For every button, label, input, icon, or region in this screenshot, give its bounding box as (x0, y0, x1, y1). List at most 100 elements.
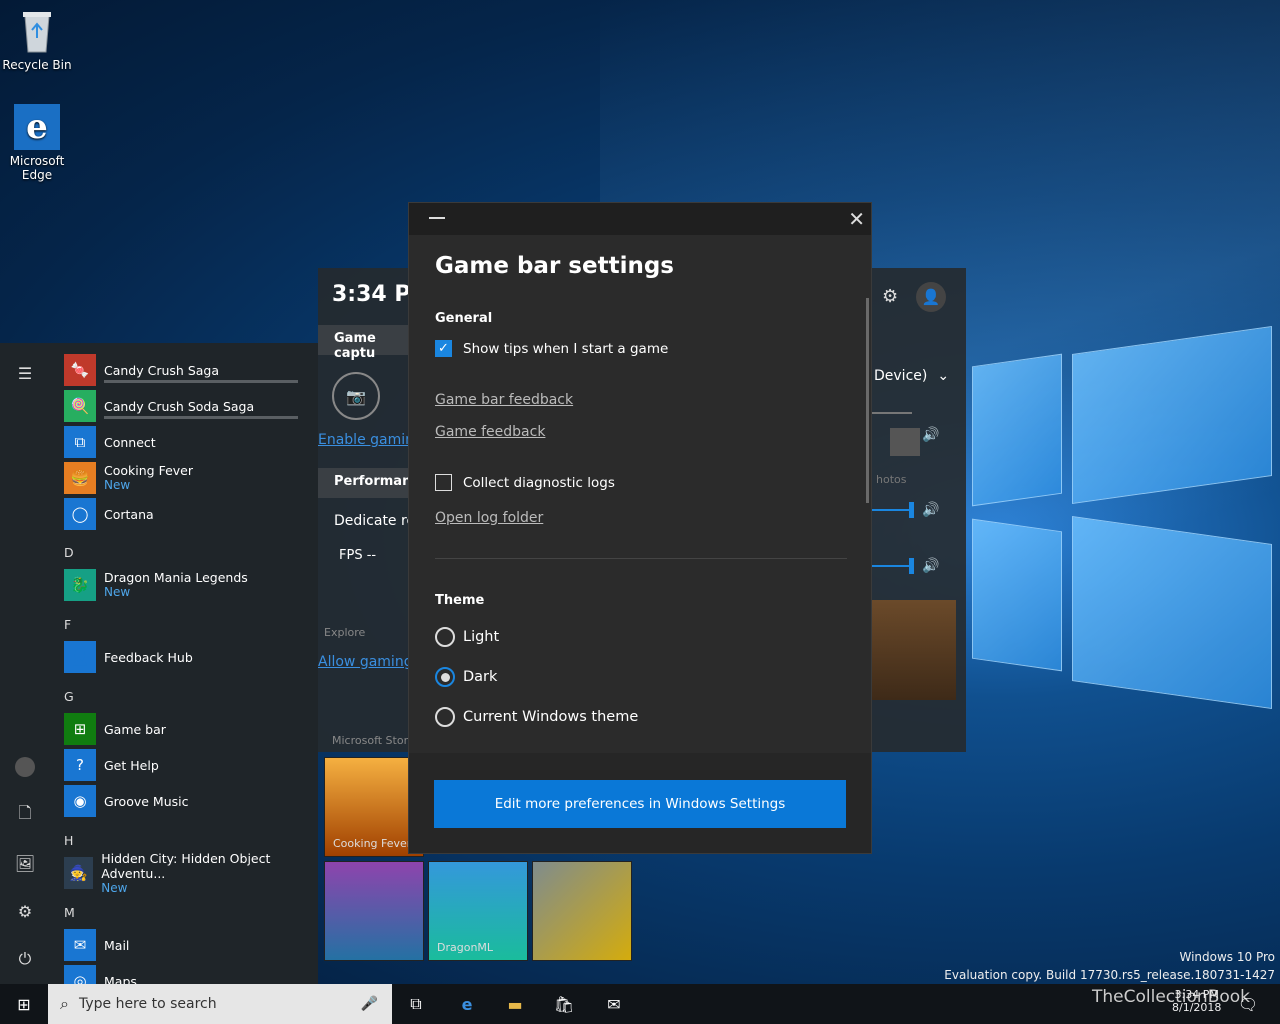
clock-date: 8/1/2018 (1172, 1001, 1222, 1014)
dialog-titlebar: ✕ (409, 203, 871, 235)
checkmark-icon: ✓ (435, 340, 452, 357)
tile-label: DragonML (437, 941, 494, 954)
radio-circle (435, 627, 455, 647)
power-icon[interactable]: ⏻ (13, 947, 37, 971)
gamebar-feedback-link[interactable]: Game bar feedback (435, 392, 573, 408)
allow-gaming-link[interactable]: Allow gaming (318, 654, 413, 670)
minimize-icon[interactable] (429, 217, 445, 219)
letter-m[interactable]: M (64, 905, 75, 920)
new-badge: New (104, 585, 131, 599)
app-label: Hidden City: Hidden Object Adventu... (101, 850, 271, 881)
volume-slider-1[interactable] (872, 509, 912, 511)
app-label: Get Help (104, 757, 159, 773)
task-view-icon[interactable]: ⧉ (404, 992, 428, 1016)
tile-label: Cooking Fever (333, 837, 412, 850)
windows-start-icon[interactable]: ⊞ (12, 992, 36, 1016)
letter-h[interactable]: H (64, 833, 73, 848)
speaker-icon[interactable]: 🔊 (922, 558, 939, 574)
audio-device-dropdown[interactable]: Device) ⌄ (874, 368, 949, 384)
start-menu: ☰ 🗋 🖼 ⚙ ⏻ 🍬 Candy Crush Saga 🍭 Candy Crush… (0, 343, 318, 984)
radio-label: Current Windows theme (463, 709, 639, 725)
app-maps[interactable]: ◎ Maps (64, 965, 137, 984)
edge-taskbar-icon[interactable]: e (455, 992, 479, 1016)
file-explorer-icon[interactable]: ▬ (503, 992, 527, 1016)
app-label: Candy Crush Soda Saga (104, 398, 255, 414)
theme-windows-radio[interactable]: Current Windows theme (435, 707, 638, 727)
device-label: Device) (874, 368, 928, 384)
app-label: Mail (104, 937, 130, 953)
theme-light-radio[interactable]: Light (435, 627, 499, 647)
app-mail[interactable]: ✉ Mail (64, 929, 129, 961)
hamburger-icon[interactable]: ☰ (13, 361, 37, 385)
app-label: Candy Crush Saga (104, 362, 220, 378)
gear-icon[interactable]: ⚙ (882, 286, 898, 307)
volume-slider-2[interactable] (872, 565, 912, 567)
pictures-icon[interactable]: 🖼 (13, 851, 37, 875)
volume-thumb-2[interactable] (909, 558, 914, 574)
scrollbar[interactable] (866, 298, 869, 503)
groove-icon: ◉ (64, 785, 96, 817)
theme-dark-radio[interactable]: Dark (435, 667, 497, 687)
dialog-title: Game bar settings (435, 253, 674, 279)
app-groove-music[interactable]: ◉ Groove Music (64, 785, 188, 817)
bubble-tile[interactable] (324, 861, 424, 961)
app-game-bar[interactable]: ⊞ Game bar (64, 713, 166, 745)
slider-track (872, 412, 912, 414)
app-cortana[interactable]: ◯ Cortana (64, 498, 154, 530)
checkbox-box (435, 474, 452, 491)
letter-g[interactable]: G (64, 689, 74, 704)
dialog-footer: Edit more preferences in Windows Setting… (409, 753, 871, 853)
app-feedback-hub[interactable]: 👤 Feedback Hub (64, 641, 193, 673)
explore-label: Explore (324, 626, 366, 639)
show-tips-checkbox[interactable]: ✓ Show tips when I start a game (435, 340, 668, 357)
clock[interactable]: 3:34 PM 8/1/2018 (1172, 988, 1221, 1014)
photos-label: hotos (876, 473, 907, 486)
edge-label-line2: Edge (21, 168, 53, 182)
game-feedback-link[interactable]: Game feedback (435, 424, 545, 440)
app-label: Groove Music (104, 793, 189, 809)
game-bar-settings-dialog: ✕ Game bar settings General ✓ Show tips w… (408, 202, 872, 854)
store-icon[interactable]: 🛍 (552, 992, 576, 1016)
app-hidden-city[interactable]: 🧙 Hidden City: Hidden Object Adventu... Ne… (64, 851, 318, 895)
app-connect[interactable]: ⧉ Connect (64, 426, 156, 458)
asphalt-tile[interactable] (532, 861, 632, 961)
recycle-bin-shortcut[interactable]: Recycle Bin (1, 8, 73, 72)
mail-icon: ✉ (64, 929, 96, 961)
dragonml-tile[interactable]: DragonML (428, 861, 528, 961)
enable-gaming-link[interactable]: Enable gamin (318, 432, 414, 448)
speaker-icon[interactable]: 🔊 (922, 427, 939, 443)
edit-preferences-button[interactable]: Edit more preferences in Windows Setting… (434, 780, 846, 828)
letter-d[interactable]: D (64, 545, 74, 560)
radio-label: Light (463, 629, 500, 645)
collect-logs-checkbox[interactable]: Collect diagnostic logs (435, 474, 615, 491)
documents-icon[interactable]: 🗋 (13, 803, 37, 827)
speaker-icon[interactable]: 🔊 (922, 502, 939, 518)
open-log-folder-link[interactable]: Open log folder (435, 510, 543, 526)
user-avatar-icon[interactable]: 👤 (916, 282, 946, 312)
letter-f[interactable]: F (64, 617, 71, 632)
search-box[interactable]: ⌕ Type here to search 🎤 (48, 984, 392, 1024)
game-thumbnail[interactable] (872, 600, 956, 700)
candy-icon: 🍬 (64, 354, 96, 386)
radio-circle (435, 667, 455, 687)
clock-time: 3:34 PM (1174, 988, 1219, 1001)
start-rail: ☰ 🗋 🖼 ⚙ ⏻ (0, 343, 50, 984)
camera-icon[interactable]: 📷 (332, 372, 380, 420)
user-icon[interactable] (13, 755, 37, 779)
recycle-bin-icon (14, 8, 60, 54)
app-get-help[interactable]: ? Get Help (64, 749, 159, 781)
volume-thumb-1[interactable] (909, 502, 914, 518)
action-center-icon[interactable]: 🗨 (1236, 992, 1260, 1016)
close-icon[interactable]: ✕ (848, 207, 865, 231)
app-label: Cortana (104, 506, 154, 522)
game-capture-header: Game captu (318, 325, 408, 361)
app-label: Game bar (104, 721, 166, 737)
app-label: Feedback Hub (104, 649, 193, 665)
edge-shortcut[interactable]: e Microsoft Edge (1, 104, 73, 182)
microphone-icon[interactable]: 🎤 (361, 996, 378, 1012)
cortana-icon: ◯ (64, 498, 96, 530)
app-dragon-mania[interactable]: 🐉 Dragon Mania Legends New (64, 569, 248, 601)
app-cooking-fever[interactable]: 🍔 Cooking Fever New (64, 462, 193, 494)
settings-icon[interactable]: ⚙ (13, 899, 37, 923)
mail-taskbar-icon[interactable]: ✉ (602, 992, 626, 1016)
